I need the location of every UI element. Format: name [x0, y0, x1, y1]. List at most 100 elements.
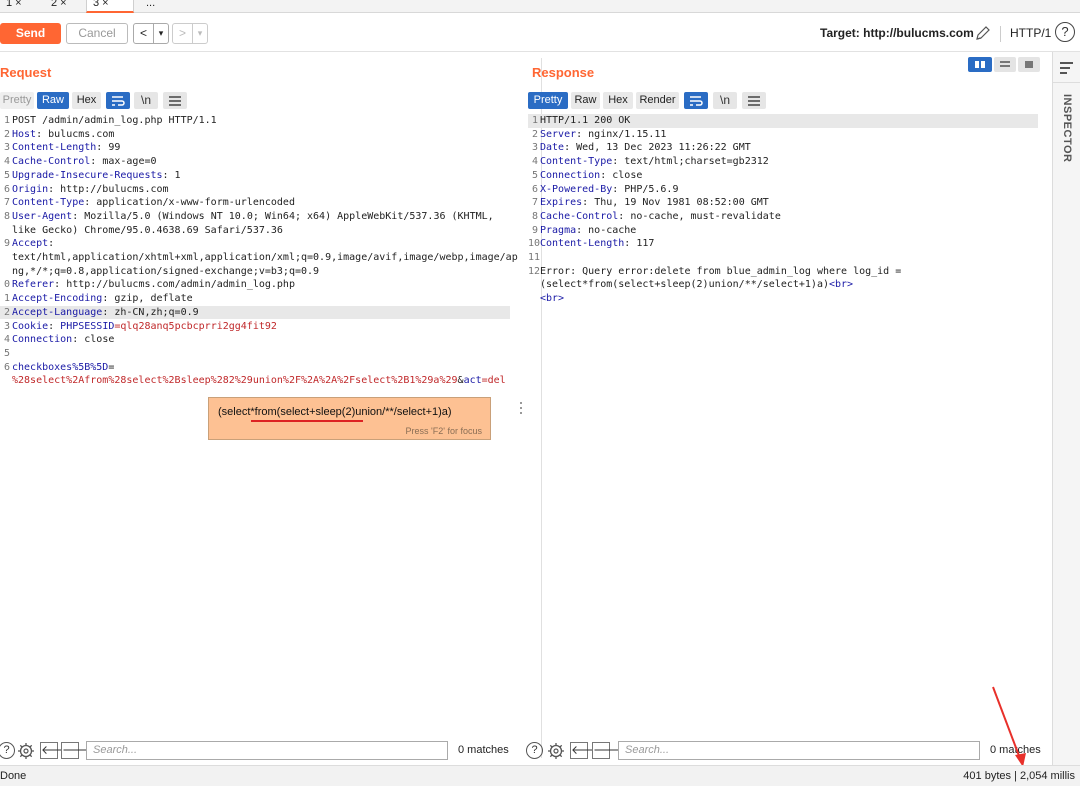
response-newline-button[interactable]: \n: [713, 92, 737, 109]
editor-line: <br>: [528, 292, 1038, 306]
line-text: Cache-Control: no-cache, must-revalidate: [540, 210, 781, 224]
header-value: : 99: [96, 142, 121, 154]
header-value: Error: Query error:delete from blue_admi…: [540, 265, 902, 277]
response-mode-raw[interactable]: Raw: [571, 92, 600, 109]
search-next-arrow-icon[interactable]: 🡒: [592, 742, 625, 759]
search-prev-arrow-icon[interactable]: 🡐: [570, 742, 603, 759]
request-mode-hex[interactable]: Hex: [72, 92, 101, 109]
inspector-menu-icon[interactable]: [1060, 62, 1073, 77]
layout-stacked-button[interactable]: [994, 57, 1016, 72]
header-name: Content-Type: [12, 197, 85, 209]
response-title: Response: [532, 65, 595, 80]
editor-line: 3 Date: Wed, 13 Dec 2023 11:26:22 GMT: [528, 141, 1038, 155]
header-name: Content-Type: [540, 156, 613, 168]
back-button[interactable]: <: [134, 24, 154, 43]
protocol-selector[interactable]: HTTP/1: [1010, 24, 1051, 42]
target-label: Target: http://bulucms.com: [820, 26, 974, 40]
back-history-dropdown[interactable]: ▾: [154, 24, 168, 43]
help-icon[interactable]: ?: [0, 742, 15, 759]
tab-1[interactable]: 1 ×: [0, 0, 28, 13]
decoded-selection-tooltip[interactable]: (select*from(select+sleep(2)union/**/sel…: [208, 397, 491, 440]
response-mode-pretty[interactable]: Pretty: [528, 92, 568, 109]
header-name: checkboxes%5B%5D: [12, 361, 109, 373]
line-text: Pragma: no-cache: [540, 224, 636, 238]
header-name: Accept-Encoding: [12, 293, 103, 305]
response-search-input[interactable]: Search...: [618, 741, 980, 760]
response-mode-render[interactable]: Render: [636, 92, 679, 109]
body-param-name: act: [463, 375, 482, 387]
response-editor[interactable]: 1 HTTP/1.1 200 OK 2 Server: nginx/1.15.11 3 D…: [528, 114, 1043, 324]
tab-3[interactable]: 3 ×: [86, 0, 134, 13]
send-button[interactable]: Send: [0, 23, 61, 44]
request-newline-button[interactable]: \n: [134, 92, 158, 109]
editor-line: 2 Accept-Language: zh-CN,zh;q=0.9: [0, 305, 510, 320]
tooltip-decoded-text: (select*from(select+sleep(2)union/**/sel…: [218, 406, 452, 418]
request-mode-pretty[interactable]: Pretty: [0, 92, 34, 109]
request-wrap-lines-button[interactable]: [106, 92, 130, 109]
editor-line: 1 HTTP/1.1 200 OK: [528, 114, 1038, 128]
cookie-name: PHPSESSID: [60, 320, 115, 332]
editor-line: 3 Content-Length: 99: [0, 141, 510, 155]
line-text: Date: Wed, 13 Dec 2023 11:26:22 GMT: [540, 141, 751, 155]
header-value: : text/html;charset=gb2312: [612, 156, 769, 168]
tab-2[interactable]: 2 ×: [45, 0, 73, 13]
line-number: 12: [528, 265, 541, 277]
toolbar: Send Cancel < ▾ > ▾ Target: http://buluc…: [0, 14, 1080, 52]
line-number: 8: [531, 210, 538, 222]
settings-gear-icon[interactable]: [17, 742, 35, 760]
editor-line: 2 Host: bulucms.com: [0, 128, 510, 142]
header-value: : close: [72, 334, 115, 346]
help-icon[interactable]: ?: [1055, 22, 1075, 42]
request-title: Request: [0, 65, 52, 80]
html-tag: <br>: [828, 279, 854, 291]
line-number: 7: [3, 197, 10, 209]
request-mode-raw[interactable]: Raw: [37, 92, 69, 109]
line-number: 1: [3, 115, 10, 126]
inspector-label[interactable]: INSPECTOR: [1061, 94, 1073, 162]
header-value: =: [108, 361, 115, 373]
request-editor[interactable]: 1 POST /admin/admin_log.php HTTP/1.1 2 Host…: [0, 114, 518, 394]
cancel-button[interactable]: Cancel: [66, 23, 128, 44]
help-icon[interactable]: ?: [526, 742, 543, 759]
tab-more[interactable]: ...: [140, 0, 161, 13]
header-name: X-Powered-By: [540, 183, 613, 195]
search-next-arrow-icon[interactable]: 🡒: [61, 742, 94, 759]
inspector-rail[interactable]: INSPECTOR: [1052, 52, 1080, 765]
line-number: 1: [531, 115, 538, 126]
editor-line: 7 Content-Type: application/x-www-form-ur…: [0, 196, 510, 210]
line-number: 9: [531, 224, 538, 236]
line-number: 11: [528, 252, 541, 263]
splitter-grip-icon[interactable]: [520, 402, 522, 416]
line-text: ng,*/*;q=0.8,application/signed-exchange…: [12, 265, 319, 279]
response-mode-hex[interactable]: Hex: [603, 92, 633, 109]
annotation-arrow-icon: [992, 686, 1026, 767]
response-menu-button[interactable]: [742, 92, 766, 109]
edit-target-icon[interactable]: [975, 25, 991, 41]
header-name: Pragma: [540, 224, 577, 236]
toolbar-separator: [1000, 26, 1001, 42]
line-text: Connection: close: [12, 333, 114, 347]
forward-button[interactable]: >: [173, 24, 193, 43]
line-text: Connection: close: [540, 169, 642, 183]
layout-side-by-side-button[interactable]: [968, 57, 992, 72]
line-number: 3: [3, 142, 10, 154]
line-text: Host: bulucms.com: [12, 128, 114, 142]
forward-history-dropdown[interactable]: ▾: [193, 24, 207, 43]
back-nav-group: < ▾: [133, 23, 169, 44]
response-search-bar: ? 🡐 🡒 Search... 0 matches: [526, 740, 1048, 762]
line-number: 6: [3, 361, 10, 373]
search-prev-arrow-icon[interactable]: 🡐: [40, 742, 73, 759]
line-number: 4: [531, 156, 538, 168]
request-search-input[interactable]: Search...: [86, 741, 448, 760]
wrap-lines-icon: [112, 96, 125, 106]
request-menu-button[interactable]: [163, 92, 187, 109]
response-wrap-lines-button[interactable]: [684, 92, 708, 109]
settings-gear-icon[interactable]: [547, 742, 565, 760]
header-value: POST /admin/admin_log.php HTTP/1.1: [12, 115, 217, 126]
tooltip-hint: Press 'F2' for focus: [405, 426, 482, 436]
layout-tabs-button[interactable]: [1018, 57, 1040, 72]
header-name: Date: [540, 142, 565, 154]
editor-line: ng,*/*;q=0.8,application/signed-exchange…: [0, 265, 510, 279]
header-name: Origin: [12, 183, 49, 195]
header-name: Accept-Language: [12, 306, 103, 318]
